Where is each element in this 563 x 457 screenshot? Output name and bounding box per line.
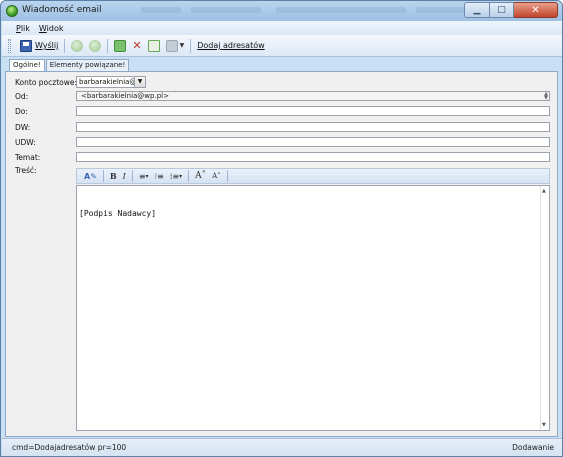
save-icon bbox=[20, 39, 32, 52]
general-panel: Konto pocztowe: barbarakielnia@wp.pl ▼ O… bbox=[5, 71, 558, 437]
title-bar[interactable]: Wiadomość email ▁ □ ✕ bbox=[1, 1, 562, 21]
menu-view[interactable]: Widok bbox=[39, 24, 64, 33]
bold-button[interactable]: B bbox=[107, 171, 120, 181]
menu-bar: Plik Widok bbox=[2, 21, 562, 35]
body-label: Treść: bbox=[15, 166, 37, 175]
main-toolbar: Wyślij ✕ ▼ Dodaj adresatów bbox=[2, 35, 562, 57]
from-field[interactable]: <barbarakielnia@wp.pl> ▲ ▼ bbox=[76, 91, 550, 101]
toolbar-separator bbox=[102, 170, 104, 182]
bcc-label: UDW: bbox=[15, 138, 36, 147]
align-icon: ≡ bbox=[138, 171, 146, 181]
maximize-icon: □ bbox=[497, 5, 506, 15]
minimize-button[interactable]: ▁ bbox=[464, 2, 490, 18]
account-value: barbarakielnia@wp.pl bbox=[79, 78, 135, 86]
subject-label: Temat: bbox=[15, 153, 41, 162]
toolbar-separator bbox=[131, 170, 133, 182]
more-button[interactable]: ▼ bbox=[163, 37, 188, 55]
forward-circle-icon bbox=[89, 39, 102, 52]
numbered-list-button[interactable]: ⁝≡ bbox=[152, 172, 167, 181]
email-window: Wiadomość email ▁ □ ✕ Plik Widok Wyślij … bbox=[0, 0, 563, 457]
toolbar-separator bbox=[190, 38, 192, 53]
message-body-editor[interactable]: [Podpis Nadawcy] ▲ ▼ bbox=[76, 185, 550, 431]
background-blur bbox=[141, 7, 181, 13]
to-field[interactable] bbox=[76, 106, 550, 116]
spinner-icon[interactable]: ▲ ▼ bbox=[544, 92, 548, 101]
cc-label: DW: bbox=[15, 123, 31, 132]
toolbar-separator bbox=[107, 38, 109, 53]
close-button[interactable]: ✕ bbox=[514, 2, 558, 18]
editor-scrollbar[interactable]: ▲ ▼ bbox=[540, 186, 549, 430]
delete-x-icon: ✕ bbox=[132, 38, 142, 52]
status-mode: Dodawanie bbox=[512, 443, 554, 452]
back-circle-icon bbox=[71, 39, 84, 52]
menu-view-mnemonic: W bbox=[38, 23, 47, 33]
bcc-field[interactable] bbox=[76, 137, 550, 147]
align-button[interactable]: ≡ ▾ bbox=[136, 172, 152, 181]
attach-button[interactable] bbox=[145, 37, 163, 55]
tab-related-items[interactable]: Elementy powiązane! bbox=[45, 59, 130, 71]
account-select[interactable]: barbarakielnia@wp.pl ▼ bbox=[76, 76, 146, 88]
maximize-button[interactable]: □ bbox=[490, 2, 514, 18]
delete-button[interactable]: ✕ bbox=[129, 37, 144, 55]
chevron-down-icon: ▾ bbox=[179, 172, 183, 180]
toolbar-separator bbox=[226, 170, 228, 182]
toolbar-grip[interactable] bbox=[8, 38, 11, 53]
document-icon bbox=[147, 39, 160, 52]
grow-font-icon: A˄ bbox=[195, 171, 207, 181]
background-blur bbox=[276, 7, 406, 13]
add-recipients-button[interactable]: Dodaj adresatów bbox=[194, 37, 267, 55]
menu-file-label: lik bbox=[20, 23, 30, 33]
from-label: Od: bbox=[15, 92, 29, 101]
scroll-up-icon[interactable]: ▲ bbox=[542, 188, 546, 194]
cc-field[interactable] bbox=[76, 122, 550, 132]
font-color-button[interactable]: A✎ bbox=[81, 172, 100, 181]
add-recipients-label: Dodaj adresatów bbox=[197, 41, 265, 50]
status-command: cmd=Dodajadresatów pr=100 bbox=[12, 443, 127, 452]
app-icon bbox=[6, 5, 18, 17]
forward-button[interactable] bbox=[86, 37, 104, 55]
new-item-icon bbox=[114, 39, 127, 52]
minimize-icon: ▁ bbox=[473, 5, 481, 15]
subject-field[interactable] bbox=[76, 152, 550, 162]
send-button[interactable]: Wyślij bbox=[17, 37, 61, 55]
menu-file[interactable]: Plik bbox=[16, 24, 30, 33]
back-button[interactable] bbox=[68, 37, 86, 55]
toolbar-separator bbox=[64, 38, 66, 53]
menu-view-label: idok bbox=[46, 23, 64, 33]
bullet-list-button[interactable]: ⁞≡ ▾ bbox=[167, 172, 185, 181]
new-item-button[interactable] bbox=[111, 37, 129, 55]
signature-placeholder: [Podpis Nadawcy] bbox=[79, 209, 157, 218]
scroll-down-icon[interactable]: ▼ bbox=[542, 422, 546, 428]
italic-button[interactable]: I bbox=[120, 172, 129, 181]
bullet-list-icon: ⁞≡ bbox=[169, 171, 180, 181]
to-label: Do: bbox=[15, 107, 28, 116]
bold-icon: B bbox=[109, 171, 117, 181]
numbered-list-icon: ⁝≡ bbox=[154, 171, 164, 181]
tools-icon bbox=[165, 39, 178, 52]
chevron-down-icon: ▾ bbox=[145, 172, 149, 180]
account-label: Konto pocztowe: bbox=[15, 78, 78, 87]
from-value: <barbarakielnia@wp.pl> bbox=[81, 92, 169, 100]
font-color-icon: A✎ bbox=[84, 171, 97, 181]
close-icon: ✕ bbox=[531, 4, 540, 16]
send-label: Wyślij bbox=[35, 41, 59, 50]
grow-font-button[interactable]: A˄ bbox=[192, 171, 209, 181]
chevron-down-icon[interactable]: ▼ bbox=[134, 77, 145, 87]
shrink-font-button[interactable]: A˅ bbox=[209, 172, 224, 180]
editor-toolbar: A✎ B I ≡ ▾ ⁝≡ ⁞≡ ▾ A˄ A˅ bbox=[76, 168, 550, 184]
toolbar-separator bbox=[188, 170, 190, 182]
status-bar: cmd=Dodajadresatów pr=100 Dodawanie bbox=[2, 438, 562, 456]
shrink-font-icon: A˅ bbox=[212, 172, 221, 180]
window-controls: ▁ □ ✕ bbox=[464, 2, 558, 18]
tab-strip: Ogólne! Elementy powiązane! bbox=[9, 59, 130, 72]
window-title: Wiadomość email bbox=[22, 5, 102, 15]
chevron-down-icon: ▼ bbox=[179, 42, 185, 49]
italic-icon: I bbox=[122, 171, 126, 181]
background-blur bbox=[191, 7, 261, 13]
